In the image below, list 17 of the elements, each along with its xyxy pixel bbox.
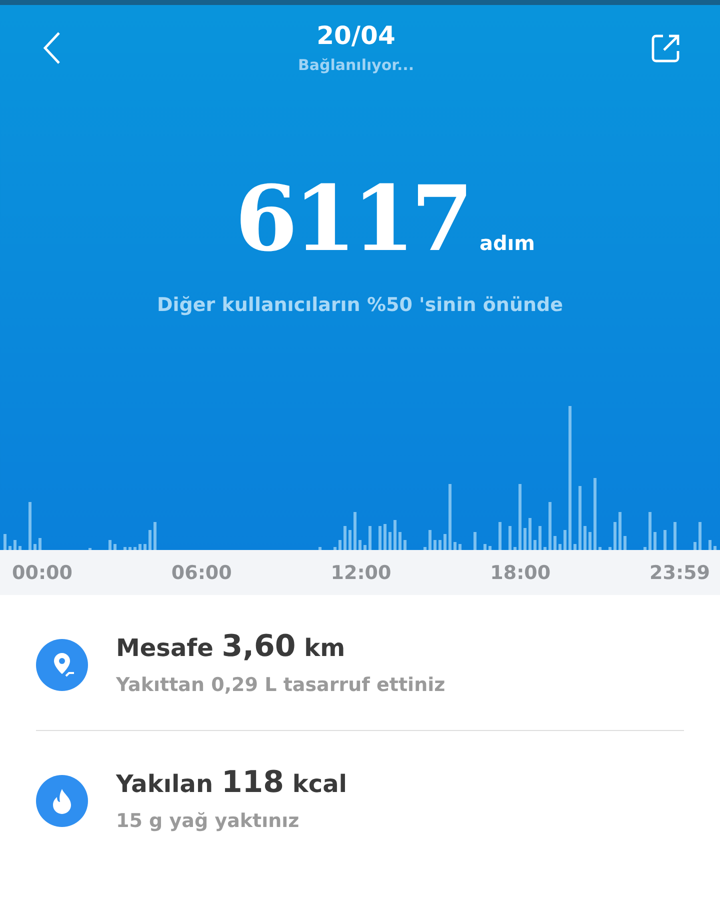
time-label: 23:59 (650, 562, 710, 584)
time-label: 06:00 (171, 562, 232, 584)
stat-title: Mesafe 3,60 km (116, 629, 346, 664)
step-count: 6117 (234, 174, 470, 264)
time-label: 18:00 (490, 562, 551, 584)
back-icon[interactable] (42, 30, 62, 64)
stat-note: Yakıttan 0,29 L tasarruf ettiniz (116, 674, 446, 696)
location-pin-icon (36, 639, 88, 691)
stat-note: 15 g yağ yaktınız (116, 810, 300, 832)
date-title: 20/04 (316, 21, 396, 50)
connection-status: Bağlanılıyor... (298, 56, 414, 74)
stat-title: Yakılan 118 kcal (116, 765, 348, 800)
flame-icon (36, 775, 88, 827)
step-unit: adım (479, 231, 535, 255)
time-label: 00:00 (12, 562, 72, 584)
comparison-text: Diğer kullanıcıların %50 'sinin önünde (157, 294, 563, 316)
time-label: 12:00 (330, 562, 392, 584)
